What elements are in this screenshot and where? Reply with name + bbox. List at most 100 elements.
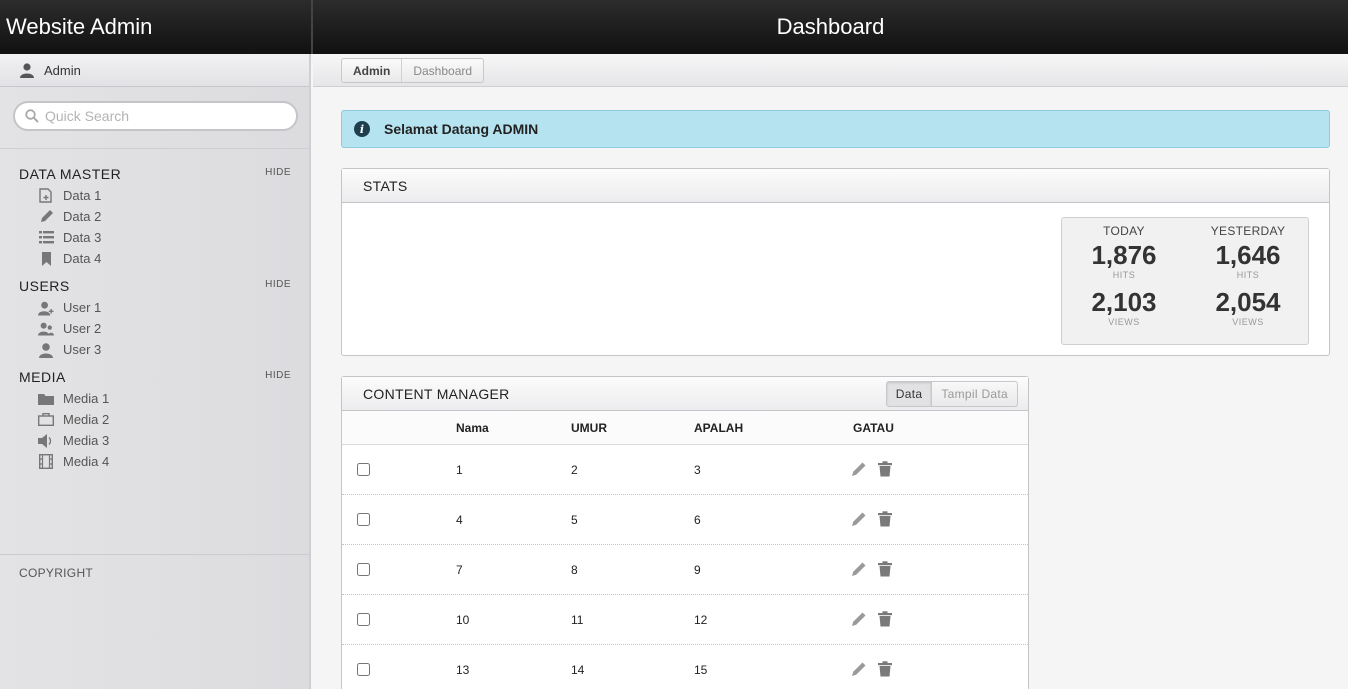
table-row: 10 11 12 <box>342 595 1028 645</box>
sidebar-item-user-1[interactable]: User 1 <box>19 297 309 318</box>
bookmark-icon <box>38 251 54 267</box>
tab-data[interactable]: Data <box>886 382 933 406</box>
user-icon <box>20 63 34 78</box>
sidebar-item-media-4[interactable]: Media 4 <box>19 451 309 472</box>
search-input[interactable] <box>45 108 275 124</box>
edit-icon[interactable] <box>851 511 867 527</box>
sidebar-item-user-3[interactable]: User 3 <box>19 339 309 360</box>
edit-icon[interactable] <box>851 661 867 677</box>
film-icon <box>38 454 54 470</box>
hide-toggle[interactable]: HIDE <box>265 279 291 290</box>
sidebar-item-label: Data 3 <box>63 230 102 245</box>
page-title: Dashboard <box>313 0 1348 54</box>
sidebar-item-label: User 3 <box>63 342 102 357</box>
edit-icon[interactable] <box>851 461 867 477</box>
breadcrumb-dashboard[interactable]: Dashboard <box>402 59 483 82</box>
search-area <box>0 87 309 149</box>
table-row: 13 14 15 <box>342 645 1028 689</box>
trash-icon[interactable] <box>877 611 893 627</box>
row-actions <box>851 461 903 477</box>
cell-nama: 7 <box>456 563 463 577</box>
sidebar-item-label: Media 3 <box>63 433 110 448</box>
row-checkbox[interactable] <box>357 513 370 526</box>
table-row: 4 5 6 <box>342 495 1028 545</box>
row-checkbox[interactable] <box>357 663 370 676</box>
sidebar-item-data-3[interactable]: Data 3 <box>19 227 309 248</box>
cell-apalah: 9 <box>694 563 701 577</box>
nav-section: USERS HIDE User 1 User 2 User 3 <box>0 275 309 360</box>
hide-toggle[interactable]: HIDE <box>265 167 291 178</box>
content-manager-panel: CONTENT MANAGER Data Tampil Data Nama UM… <box>341 376 1029 689</box>
sidebar-item-user-2[interactable]: User 2 <box>19 318 309 339</box>
column-header-gatau[interactable]: GATAU <box>853 421 894 435</box>
stats-box: TODAY 1,876 HITS 2,103 VIEWS YESTERDAY 1… <box>1061 217 1309 345</box>
trash-icon[interactable] <box>877 661 893 677</box>
sidebar-item-data-4[interactable]: Data 4 <box>19 248 309 269</box>
hide-toggle[interactable]: HIDE <box>265 370 291 381</box>
stats-title: STATS <box>342 169 1329 203</box>
content-manager-header: CONTENT MANAGER Data Tampil Data <box>342 377 1028 411</box>
add-document-icon <box>38 188 54 204</box>
sidebar-item-media-3[interactable]: Media 3 <box>19 430 309 451</box>
column-header-nama[interactable]: Nama <box>456 421 489 435</box>
sidebar-item-media-1[interactable]: Media 1 <box>19 388 309 409</box>
cell-umur: 2 <box>571 463 578 477</box>
sidebar-item-data-1[interactable]: Data 1 <box>19 185 309 206</box>
stat-heading: YESTERDAY <box>1210 224 1286 238</box>
nav-section: MEDIA HIDE Media 1 Media 2 Media 3 Media 4 <box>0 366 309 472</box>
stat-hits-label: HITS <box>1236 270 1260 280</box>
trash-icon[interactable] <box>877 461 893 477</box>
nav-section: DATA MASTER HIDE Data 1 Data 2 Data 3 Data 4 <box>0 163 309 269</box>
row-checkbox[interactable] <box>357 613 370 626</box>
row-actions <box>851 611 903 627</box>
cell-apalah: 3 <box>694 463 701 477</box>
trash-icon[interactable] <box>877 561 893 577</box>
edit-icon[interactable] <box>851 611 867 627</box>
column-header-apalah[interactable]: APALAH <box>694 421 743 435</box>
sidebar-item-label: Data 4 <box>63 251 102 266</box>
tab-tampil-data[interactable]: Tampil Data <box>932 382 1017 406</box>
user-info[interactable]: Admin <box>0 54 309 87</box>
cell-nama: 4 <box>456 513 463 527</box>
sidebar-item-data-2[interactable]: Data 2 <box>19 206 309 227</box>
sidebar-item-label: User 1 <box>63 300 102 315</box>
sidebar-item-media-2[interactable]: Media 2 <box>19 409 309 430</box>
sidebar-item-label: Media 2 <box>63 412 110 427</box>
alert-text: Selamat Datang ADMIN <box>384 121 539 137</box>
row-checkbox[interactable] <box>357 563 370 576</box>
stat-heading: TODAY <box>1103 224 1145 238</box>
cell-umur: 8 <box>571 563 578 577</box>
list-icon <box>38 230 54 246</box>
sidebar-item-label: Media 4 <box>63 454 110 469</box>
sidebar-item-label: Data 1 <box>63 188 102 203</box>
view-tabs: Data Tampil Data <box>885 381 1018 407</box>
cell-nama: 10 <box>456 613 470 627</box>
breadcrumb-admin[interactable]: Admin <box>342 59 403 82</box>
pencil-icon <box>38 209 54 225</box>
stat-views-label: VIEWS <box>1232 317 1264 327</box>
sidebar-item-label: Data 2 <box>63 209 102 224</box>
table-row: 7 8 9 <box>342 545 1028 595</box>
cell-apalah: 6 <box>694 513 701 527</box>
cell-apalah: 15 <box>694 663 708 677</box>
column-header-umur[interactable]: UMUR <box>571 421 607 435</box>
stats-today: TODAY 1,876 HITS 2,103 VIEWS <box>1062 218 1186 327</box>
search-box[interactable] <box>13 101 298 131</box>
table-header: Nama UMUR APALAH GATAU <box>342 411 1028 445</box>
edit-icon[interactable] <box>851 561 867 577</box>
user-icon <box>38 342 54 358</box>
users-icon <box>38 321 54 337</box>
cell-nama: 1 <box>456 463 463 477</box>
speaker-icon <box>38 433 54 449</box>
cell-umur: 5 <box>571 513 578 527</box>
welcome-alert: i Selamat Datang ADMIN <box>341 110 1330 148</box>
copyright-text: COPYRIGHT <box>19 566 94 580</box>
cell-umur: 11 <box>571 613 584 627</box>
row-actions <box>851 511 903 527</box>
breadcrumb-bar: Admin Dashboard <box>313 54 1348 87</box>
row-checkbox[interactable] <box>357 463 370 476</box>
stats-panel: STATS TODAY 1,876 HITS 2,103 VIEWS YESTE… <box>341 168 1330 356</box>
stat-views: 2,054 <box>1215 287 1281 317</box>
trash-icon[interactable] <box>877 511 893 527</box>
sidebar-item-label: User 2 <box>63 321 102 336</box>
